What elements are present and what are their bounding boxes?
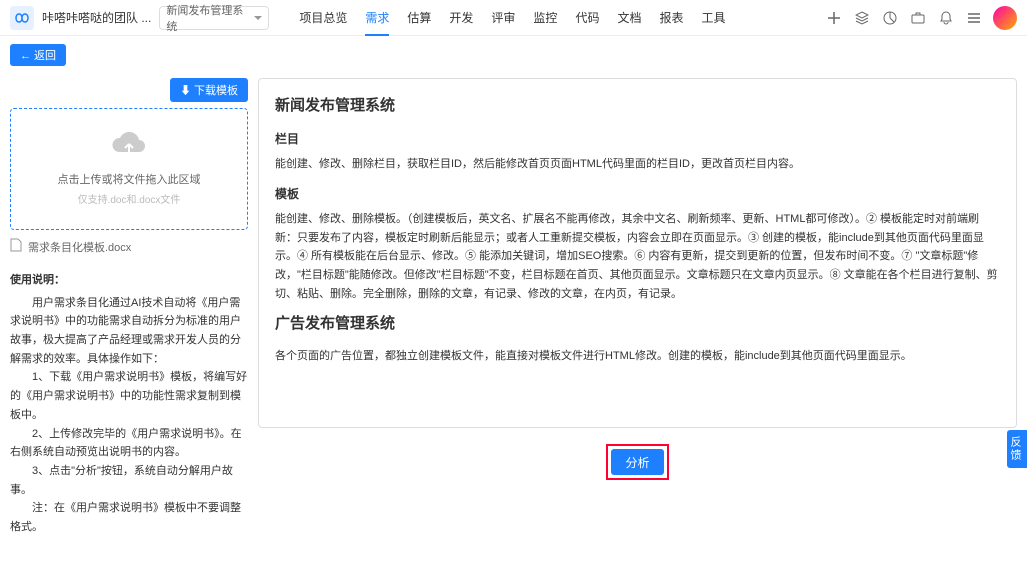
preview-subheading: 模板	[275, 184, 1000, 204]
download-template-button[interactable]: ⬇ 下载模板	[170, 78, 248, 102]
feedback-tab[interactable]: 反馈	[1007, 430, 1027, 468]
instructions-title: 使用说明：	[10, 271, 248, 290]
chart-icon[interactable]	[881, 9, 899, 27]
preview-paragraph: 能创建、修改、删除栏目，获取栏目ID，然后能修改首页页面HTML代码里面的栏目I…	[275, 155, 1000, 174]
nav-item-9[interactable]: 工具	[701, 0, 725, 36]
nav-item-5[interactable]: 监控	[533, 0, 557, 36]
nav-item-6[interactable]: 代码	[575, 0, 599, 36]
bell-icon[interactable]	[937, 9, 955, 27]
plus-icon[interactable]	[825, 9, 843, 27]
preview-subheading: 栏目	[275, 129, 1000, 149]
nav-item-4[interactable]: 评审	[491, 0, 515, 36]
uploaded-file-name: 需求条目化模板.docx	[28, 239, 131, 255]
instructions-step: 3、点击"分析"按钮，系统自动分解用户故事。	[10, 462, 248, 499]
nav-item-3[interactable]: 开发	[449, 0, 473, 36]
nav-item-0[interactable]: 项目总览	[299, 0, 347, 36]
left-panel: ⬇ 下载模板 点击上传或将文件拖入此区域 仅支持.doc和.docx文件 需求条…	[10, 78, 248, 537]
nav-item-8[interactable]: 报表	[659, 0, 683, 36]
preview-heading-1: 新闻发布管理系统	[275, 93, 1000, 119]
layers-icon[interactable]	[853, 9, 871, 27]
preview-paragraph: 能创建、修改、删除模板。（创建模板后，英文名、扩展名不能再修改，其余中文名、刷新…	[275, 210, 1000, 303]
instructions-step: 2、上传修改完毕的《用户需求说明书》。在右侧系统自动预览出说明书的内容。	[10, 425, 248, 462]
instructions-intro: 用户需求条目化通过AI技术自动将《用户需求说明书》中的功能需求自动拆分为标准的用…	[10, 294, 248, 369]
instructions: 使用说明： 用户需求条目化通过AI技术自动将《用户需求说明书》中的功能需求自动拆…	[10, 271, 248, 537]
project-select-value: 新闻发布管理系统	[166, 2, 250, 34]
cloud-upload-icon	[109, 132, 149, 165]
upload-hint: 仅支持.doc和.docx文件	[78, 191, 181, 206]
nav-item-2[interactable]: 估算	[407, 0, 431, 36]
upload-text: 点击上传或将文件拖入此区域	[58, 171, 201, 187]
uploaded-file-row[interactable]: 需求条目化模板.docx	[10, 238, 248, 255]
analyze-highlight: 分析	[606, 444, 668, 480]
instructions-step: 1、下载《用户需求说明书》模板，将编写好的《用户需求说明书》中的功能性需求复制到…	[10, 368, 248, 424]
preview-paragraph: 各个页面的广告位置，都独立创建模板文件，能直接对模板文件进行HTML修改。创建的…	[275, 347, 1000, 366]
instructions-note: 注：在《用户需求说明书》模板中不要调整格式。	[10, 499, 248, 536]
preview-heading-2: 广告发布管理系统	[275, 311, 1000, 337]
top-bar: 咔嗒咔嗒哒的团队 ... 新闻发布管理系统 项目总览需求估算开发评审监控代码文档…	[0, 0, 1027, 36]
main-nav: 项目总览需求估算开发评审监控代码文档报表工具	[299, 0, 825, 36]
top-icons	[825, 6, 1017, 30]
logo-icon[interactable]	[10, 6, 34, 30]
main-layout: ⬇ 下载模板 点击上传或将文件拖入此区域 仅支持.doc和.docx文件 需求条…	[0, 74, 1027, 547]
right-panel: 新闻发布管理系统 栏目 能创建、修改、删除栏目，获取栏目ID，然后能修改首页页面…	[258, 78, 1017, 537]
upload-dropzone[interactable]: 点击上传或将文件拖入此区域 仅支持.doc和.docx文件	[10, 108, 248, 230]
menu-icon[interactable]	[965, 9, 983, 27]
team-name[interactable]: 咔嗒咔嗒哒的团队 ...	[42, 9, 151, 26]
document-preview: 新闻发布管理系统 栏目 能创建、修改、删除栏目，获取栏目ID，然后能修改首页页面…	[258, 78, 1017, 428]
analyze-button[interactable]: 分析	[611, 449, 663, 475]
project-select[interactable]: 新闻发布管理系统	[159, 6, 269, 30]
briefcase-icon[interactable]	[909, 9, 927, 27]
file-icon	[10, 238, 22, 255]
nav-item-7[interactable]: 文档	[617, 0, 641, 36]
nav-item-1[interactable]: 需求	[365, 0, 389, 36]
back-button[interactable]: ← 返回	[10, 44, 66, 66]
avatar[interactable]	[993, 6, 1017, 30]
